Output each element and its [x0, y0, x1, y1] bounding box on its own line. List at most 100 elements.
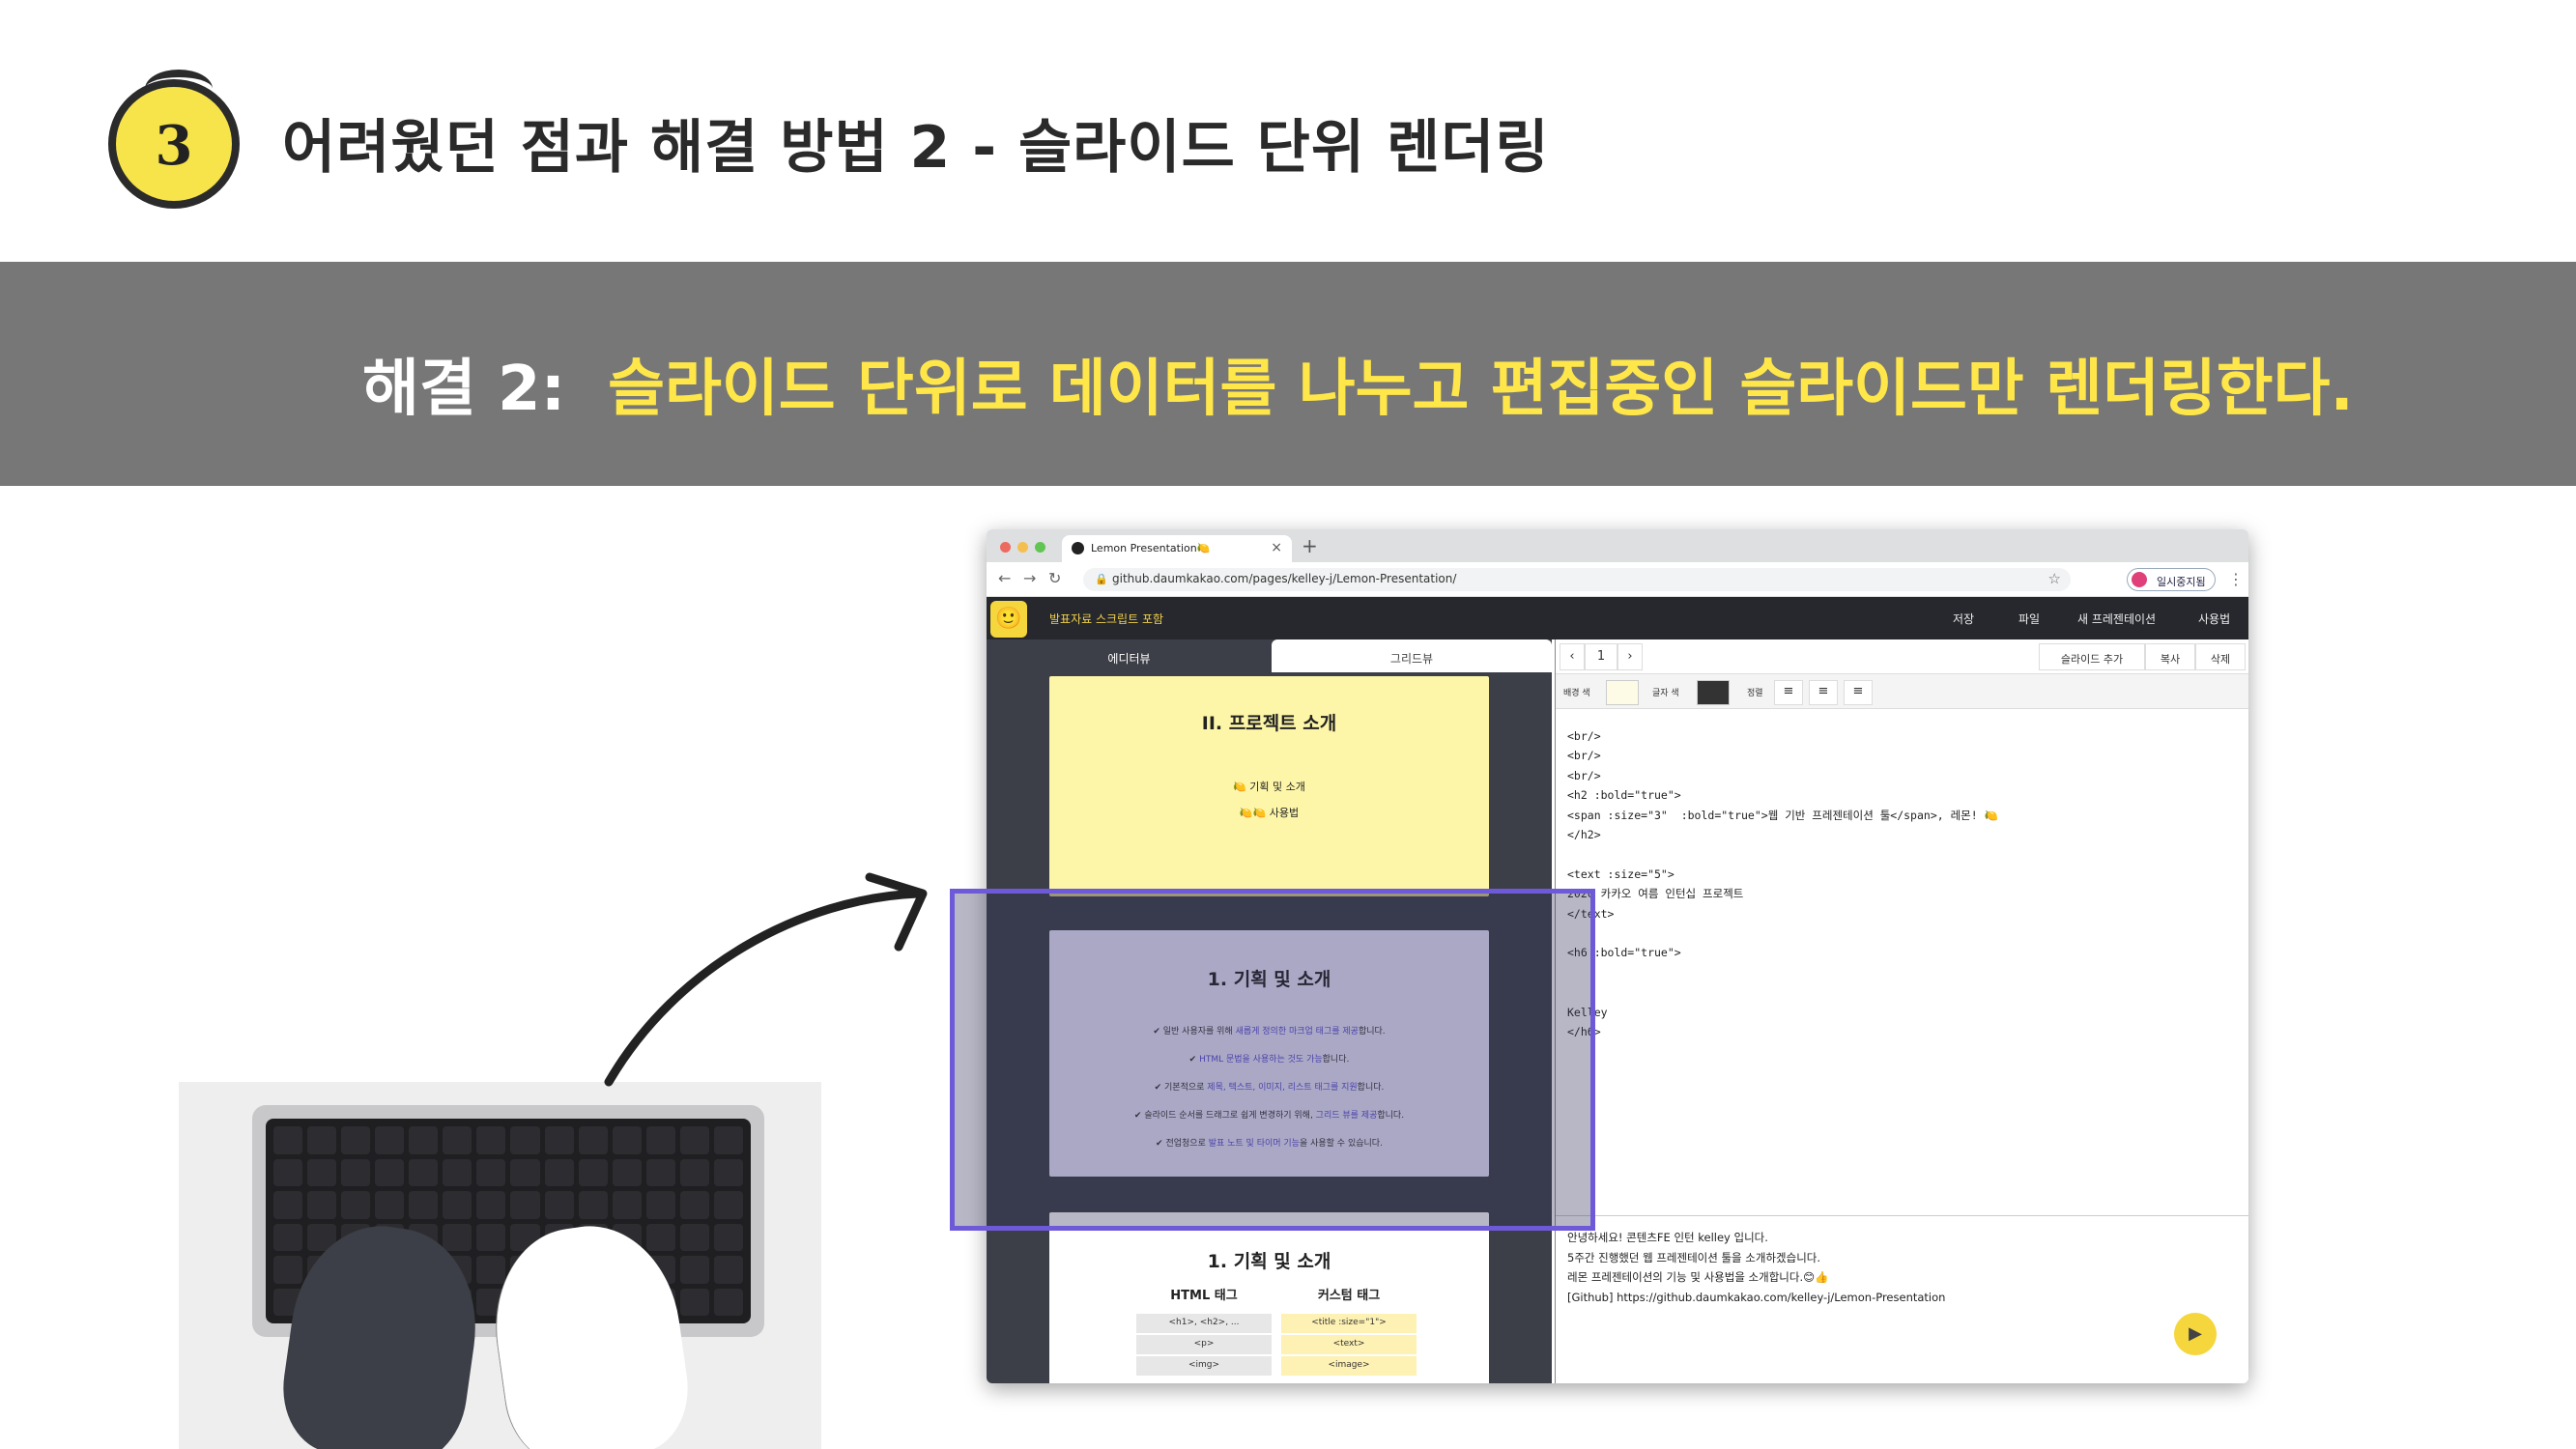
markup-editor[interactable]: <br/> <br/> <br/> <h2 :bold="true"> <spa…: [1567, 726, 1998, 1042]
add-slide-button[interactable]: 슬라이드 추가: [2039, 643, 2145, 670]
page-number-input[interactable]: 1: [1585, 643, 1617, 670]
menu-file[interactable]: 파일: [2018, 611, 2040, 627]
keyboard-key: [375, 1158, 405, 1186]
minimize-window-button[interactable]: [1017, 542, 1028, 553]
browser-tab[interactable]: Lemon Presentation🍋 ×: [1062, 535, 1292, 562]
keyboard-key: [273, 1158, 303, 1186]
keyboard-key: [645, 1223, 675, 1251]
copy-slide-button[interactable]: 복사: [2145, 643, 2195, 670]
keyboard-key: [341, 1126, 371, 1154]
text-color-picker[interactable]: [1697, 680, 1730, 705]
next-slide-button[interactable]: ›: [1617, 643, 1643, 670]
menu-save[interactable]: 저장: [1953, 611, 1974, 627]
maximize-window-button[interactable]: [1035, 542, 1045, 553]
keyboard-key: [713, 1191, 743, 1219]
keyboard-typing-photo: [179, 1082, 821, 1449]
keyboard-key: [578, 1126, 608, 1154]
align-left-icon[interactable]: ≡: [1774, 680, 1803, 705]
keyboard-key: [544, 1191, 574, 1219]
profile-label: 일시중지됨: [2157, 576, 2206, 588]
reload-icon[interactable]: ↻: [1048, 569, 1061, 587]
table-cell: <text>: [1281, 1335, 1417, 1354]
keyboard-key: [679, 1288, 709, 1316]
keyboard-key: [612, 1158, 642, 1186]
slide-heading: 1. 기획 및 소개: [1207, 1251, 1331, 1272]
table-cell: <img>: [1136, 1356, 1272, 1376]
bg-color-picker[interactable]: [1606, 680, 1639, 705]
tab-title: Lemon Presentation🍋: [1091, 542, 1211, 554]
keyboard-key: [713, 1158, 743, 1186]
bg-color-label: 배경 색: [1563, 689, 1590, 698]
menu-usage[interactable]: 사용법: [2198, 611, 2230, 627]
keyboard-key: [544, 1158, 574, 1186]
keyboard-key: [273, 1126, 303, 1154]
forward-arrow-icon[interactable]: →: [1023, 569, 1036, 587]
keyboard-key: [341, 1191, 371, 1219]
keyboard-key: [476, 1191, 506, 1219]
keyboard-key: [307, 1126, 337, 1154]
keyboard-key: [510, 1126, 540, 1154]
align-right-icon[interactable]: ≡: [1844, 680, 1873, 705]
keyboard-key: [510, 1191, 540, 1219]
keyboard-key: [409, 1158, 439, 1186]
more-options-icon[interactable]: ⋮: [2228, 570, 2244, 588]
keyboard-key: [443, 1158, 472, 1186]
table-cell: <title :size="1">: [1281, 1314, 1417, 1333]
tab-editor-view[interactable]: 에디터뷰: [987, 639, 1272, 672]
keyboard-key: [679, 1223, 709, 1251]
keyboard-key: [713, 1126, 743, 1154]
presentation-title[interactable]: 발표자료 스크립트 포함: [1049, 611, 1163, 627]
tab-close-icon[interactable]: ×: [1271, 540, 1282, 555]
back-arrow-icon[interactable]: ←: [998, 569, 1011, 587]
keyboard-key: [273, 1191, 303, 1219]
menu-new-presentation[interactable]: 새 프레젠테이션: [2077, 611, 2156, 627]
align-center-icon[interactable]: ≡: [1809, 680, 1838, 705]
keyboard-key: [679, 1126, 709, 1154]
new-tab-button[interactable]: +: [1302, 534, 1318, 557]
slide-title: 어려웠던 점과 해결 방법 2 - 슬라이드 단위 렌더링: [282, 114, 1550, 182]
avatar: [2132, 572, 2147, 587]
slide-bullet: 🍋🍋 사용법: [1239, 807, 1300, 819]
script-notes-area[interactable]: 안녕하세요! 콘텐츠FE 인턴 kelley 입니다. 5주간 진행했던 웹 프…: [1556, 1215, 2248, 1383]
lemon-logo[interactable]: 🙂: [990, 601, 1027, 638]
text-color-label: 글자 색: [1652, 689, 1679, 698]
table-cell: <image>: [1281, 1356, 1417, 1376]
profile-button[interactable]: 일시중지됨: [2127, 568, 2216, 591]
slide-thumbnail[interactable]: II. 프로젝트 소개 🍋 기획 및 소개 🍋🍋 사용법: [1049, 676, 1489, 896]
keyboard-key: [679, 1191, 709, 1219]
keyboard-key: [612, 1126, 642, 1154]
keyboard-key: [578, 1158, 608, 1186]
keyboard-key: [307, 1158, 337, 1186]
style-controls: 배경 색 글자 색 정렬 ≡ ≡ ≡: [1556, 674, 2248, 709]
keyboard-key: [476, 1158, 506, 1186]
column-header-custom: 커스텀 태그: [1317, 1289, 1381, 1303]
keyboard-key: [578, 1191, 608, 1219]
keyboard-key: [645, 1158, 675, 1186]
keyboard-key: [443, 1191, 472, 1219]
slide-thumbnail[interactable]: 1. 기획 및 소개 HTML 태그 커스텀 태그 <h1>, <h2>, ..…: [1049, 1212, 1489, 1383]
script-text[interactable]: 안녕하세요! 콘텐츠FE 인턴 kelley 입니다. 5주간 진행했던 웹 프…: [1567, 1228, 1945, 1307]
present-icon[interactable]: ▶: [2174, 1313, 2217, 1355]
keyboard-key: [645, 1126, 675, 1154]
keyboard-key: [679, 1256, 709, 1284]
delete-slide-button[interactable]: 삭제: [2195, 643, 2246, 670]
prev-slide-button[interactable]: ‹: [1560, 643, 1585, 670]
bookmark-star-icon[interactable]: ☆: [2048, 570, 2061, 587]
github-icon: [1072, 542, 1084, 554]
close-window-button[interactable]: [1000, 542, 1011, 553]
keyboard-key: [375, 1126, 405, 1154]
keyboard-key: [713, 1223, 743, 1251]
address-bar[interactable]: 🔒 github.daumkakao.com/pages/kelley-j/Le…: [1083, 568, 2071, 591]
lock-icon: 🔒: [1095, 573, 1108, 585]
curved-arrow-icon: [604, 872, 928, 1087]
slide-bullet: 🍋 기획 및 소개: [1233, 781, 1305, 793]
table-cell: <p>: [1136, 1335, 1272, 1354]
keyboard-key: [341, 1158, 371, 1186]
keyboard-key: [273, 1223, 303, 1251]
keyboard-key: [443, 1223, 472, 1251]
step-number: 3: [155, 114, 193, 178]
tab-grid-view[interactable]: 그리드뷰: [1272, 639, 1552, 672]
align-label: 정렬: [1747, 689, 1763, 698]
keyboard-key: [476, 1256, 506, 1284]
browser-tab-bar: Lemon Presentation🍋 × +: [987, 529, 2248, 562]
